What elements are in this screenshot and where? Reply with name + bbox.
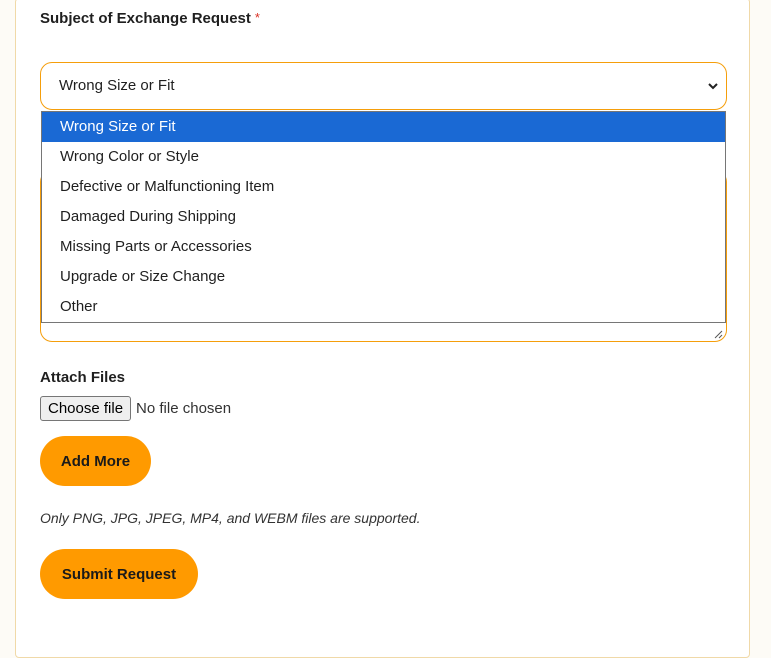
choose-file-button[interactable]: Choose file <box>40 395 132 421</box>
dropdown-option[interactable]: Wrong Color or Style <box>42 142 725 172</box>
submit-request-button[interactable]: Submit Request <box>40 549 198 599</box>
resize-grip-icon[interactable] <box>714 330 723 339</box>
dropdown-option[interactable]: Other <box>42 292 725 322</box>
dropdown-option[interactable]: Wrong Size or Fit <box>42 112 725 142</box>
attach-files-label: Attach Files <box>40 369 126 386</box>
dropdown-option[interactable]: Defective or Malfunctioning Item <box>42 172 725 202</box>
dropdown-option[interactable]: Damaged During Shipping <box>42 202 725 232</box>
chevron-down-icon <box>708 83 718 90</box>
file-status: No file chosen <box>136 399 232 417</box>
dropdown-option[interactable]: Missing Parts or Accessories <box>42 232 725 262</box>
dropdown-option[interactable]: Upgrade or Size Change <box>42 262 725 292</box>
subject-dropdown-list: Wrong Size or Fit Wrong Color or Style D… <box>41 111 726 323</box>
file-input: Choose file No file chosen <box>40 395 232 421</box>
required-mark: * <box>254 10 260 25</box>
subject-label: Subject of Exchange Request * <box>40 10 260 27</box>
add-more-button[interactable]: Add More <box>40 436 151 486</box>
supported-files-note: Only PNG, JPG, JPEG, MP4, and WEBM files… <box>40 510 421 526</box>
subject-select-value: Wrong Size or Fit <box>59 77 175 94</box>
subject-select[interactable]: Wrong Size or Fit <box>40 62 727 110</box>
